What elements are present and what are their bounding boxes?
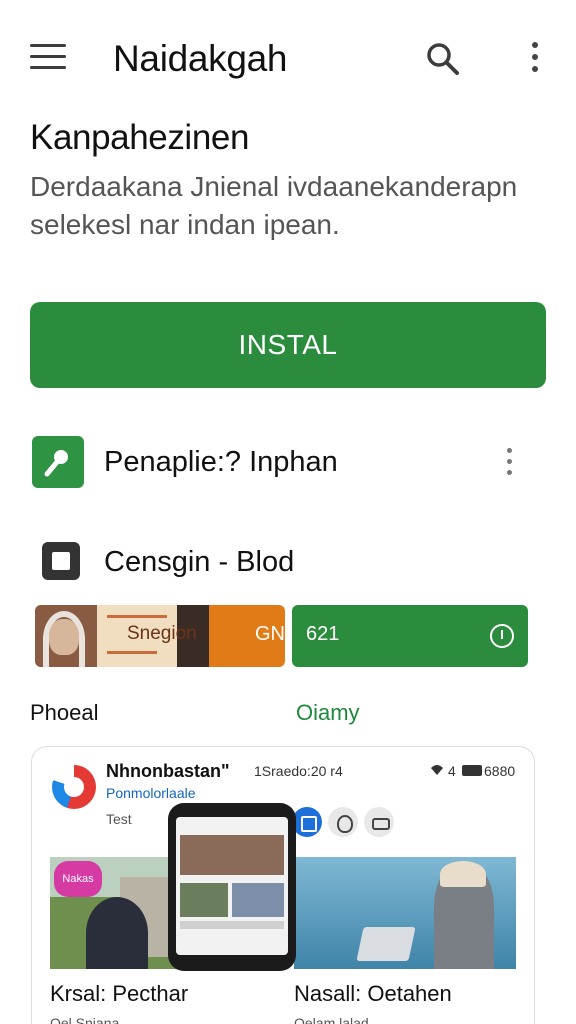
battery-icon: [462, 765, 482, 776]
section-link[interactable]: Oiamy: [296, 700, 360, 726]
promo-left-badge: GNP: [255, 623, 285, 645]
card-status: 4: [448, 763, 456, 779]
person-thumbnail: [35, 605, 97, 667]
app-bar: Naidakgah: [0, 0, 576, 116]
card-meta: 1Sraedo:20 r4: [254, 763, 343, 779]
image-right[interactable]: [294, 857, 516, 969]
clock-icon: [490, 624, 514, 648]
content-card[interactable]: Nhnonbastan" Ponmolorlaale Test 1Sraedo:…: [31, 746, 535, 1024]
card-title: Nhnonbastan": [106, 761, 230, 781]
page-heading: Kanpahezinen: [30, 118, 250, 157]
promo-right-label: 621: [306, 623, 340, 645]
list-item-label: Censgin - Blod: [104, 546, 295, 578]
card-test-label: Test: [106, 811, 132, 827]
promo-left-label: Snegion: [127, 623, 197, 644]
share-chip-icon[interactable]: [292, 807, 322, 837]
hamburger-menu-icon[interactable]: [30, 44, 66, 70]
card-battery-text: 6880: [484, 763, 516, 779]
square-stop-icon: [42, 542, 80, 580]
list-item-label: Penaplie:? Inphan: [104, 446, 338, 478]
section-title: Phoeal: [30, 700, 99, 725]
more-vert-icon[interactable]: [525, 42, 545, 76]
list-item-censgin[interactable]: Censgin - Blod: [30, 528, 546, 598]
caption-right: Nasall: Oetahen: [294, 981, 452, 1006]
card-subtitle[interactable]: Ponmolorlaale: [106, 785, 196, 801]
image-badge: Nakas: [54, 861, 102, 897]
microphone-app-icon: [32, 436, 84, 488]
app-title: Naidakgah: [113, 38, 288, 79]
list-item-penaplie[interactable]: Penaplie:? Inphan: [30, 428, 546, 498]
subcaption-right: Oelam lalad: [294, 1015, 369, 1024]
more-vert-icon[interactable]: [502, 448, 516, 482]
shield-chip-icon[interactable]: [328, 807, 358, 837]
brand-logo-icon: [52, 765, 96, 809]
install-button[interactable]: INSTAL: [30, 302, 546, 388]
caption-left: Krsal: Pecthar: [50, 981, 189, 1006]
promo-tile-right[interactable]: 621: [292, 605, 528, 667]
promo-tile-left[interactable]: Snegion GNP: [35, 605, 285, 667]
laptop-icon: [356, 927, 416, 961]
phone-mockup: [168, 803, 296, 971]
signal-icon: [431, 765, 443, 775]
subcaption-left: Oel Sniana: [50, 1015, 120, 1024]
link-chip-icon[interactable]: [364, 807, 394, 837]
search-icon[interactable]: [424, 40, 462, 78]
page-description: Derdaakana Jnienal ivdaanekanderapn sele…: [30, 171, 518, 240]
